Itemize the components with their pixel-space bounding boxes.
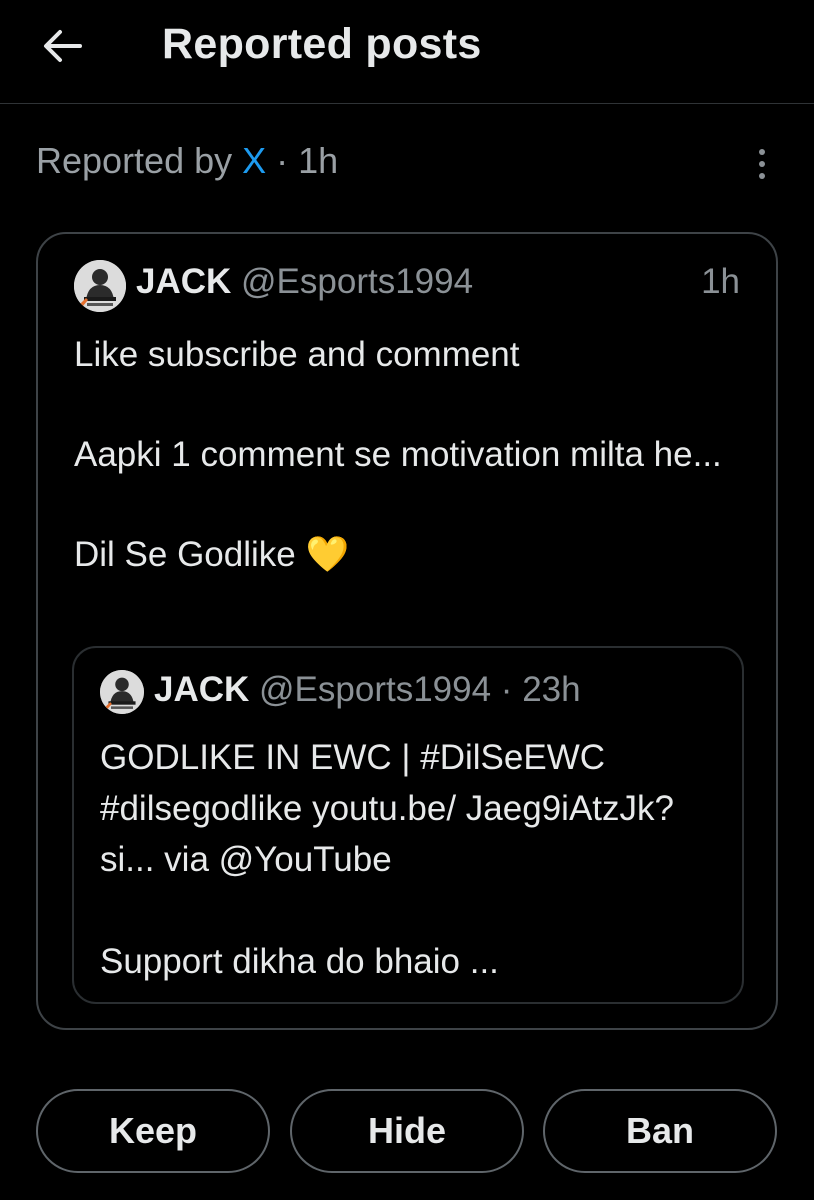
report-prefix: Reported by <box>36 140 243 181</box>
quoted-post-text: GODLIKE IN EWC | #DilSeEWC #dilsegodlike… <box>100 732 720 987</box>
quoted-post-time: 23h <box>522 670 581 709</box>
post-paragraph: Dil Se Godlike 💛 <box>74 535 350 574</box>
author-name[interactable]: JACK <box>136 262 231 301</box>
report-time: 1h <box>298 140 339 181</box>
quoted-author-handle[interactable]: @Esports1994 <box>259 670 491 709</box>
quoted-post[interactable]: JACK @Esports1994 · 23h GODLIKE IN EWC |… <box>72 646 744 1004</box>
reported-post-card[interactable]: JACK @Esports1994 1h Like subscribe and … <box>36 232 778 1030</box>
more-vertical-icon <box>759 149 765 155</box>
post-time: 1h <box>701 262 740 301</box>
quoted-paragraph: Support dikha do bhaio ... <box>100 942 499 981</box>
report-separator: · <box>266 140 299 181</box>
author-avatar[interactable] <box>74 260 126 312</box>
hide-button[interactable]: Hide <box>290 1089 524 1173</box>
post-paragraph: Like subscribe and comment <box>74 335 520 374</box>
quoted-paragraph: GODLIKE IN EWC | #DilSeEWC #dilsegodlike… <box>100 738 674 879</box>
quoted-author-name[interactable]: JACK <box>154 670 249 709</box>
post-header: JACK @Esports1994 1h <box>74 260 740 312</box>
report-info: Reported by X · 1h <box>36 140 338 188</box>
keep-button[interactable]: Keep <box>36 1089 270 1173</box>
top-bar: Reported posts <box>0 0 814 104</box>
back-button[interactable] <box>30 18 94 74</box>
page-title: Reported posts <box>162 20 482 68</box>
reporter-link[interactable]: X <box>242 140 266 181</box>
quoted-author-avatar[interactable] <box>100 670 144 714</box>
more-options-button[interactable] <box>744 140 780 188</box>
arrow-left-icon <box>44 30 82 62</box>
quoted-separator: · <box>491 670 523 709</box>
author-handle[interactable]: @Esports1994 <box>241 262 473 301</box>
post-text: Like subscribe and comment Aapki 1 comme… <box>74 330 746 580</box>
post-paragraph: Aapki 1 comment se motivation milta he..… <box>74 435 722 474</box>
ban-button[interactable]: Ban <box>543 1089 777 1173</box>
